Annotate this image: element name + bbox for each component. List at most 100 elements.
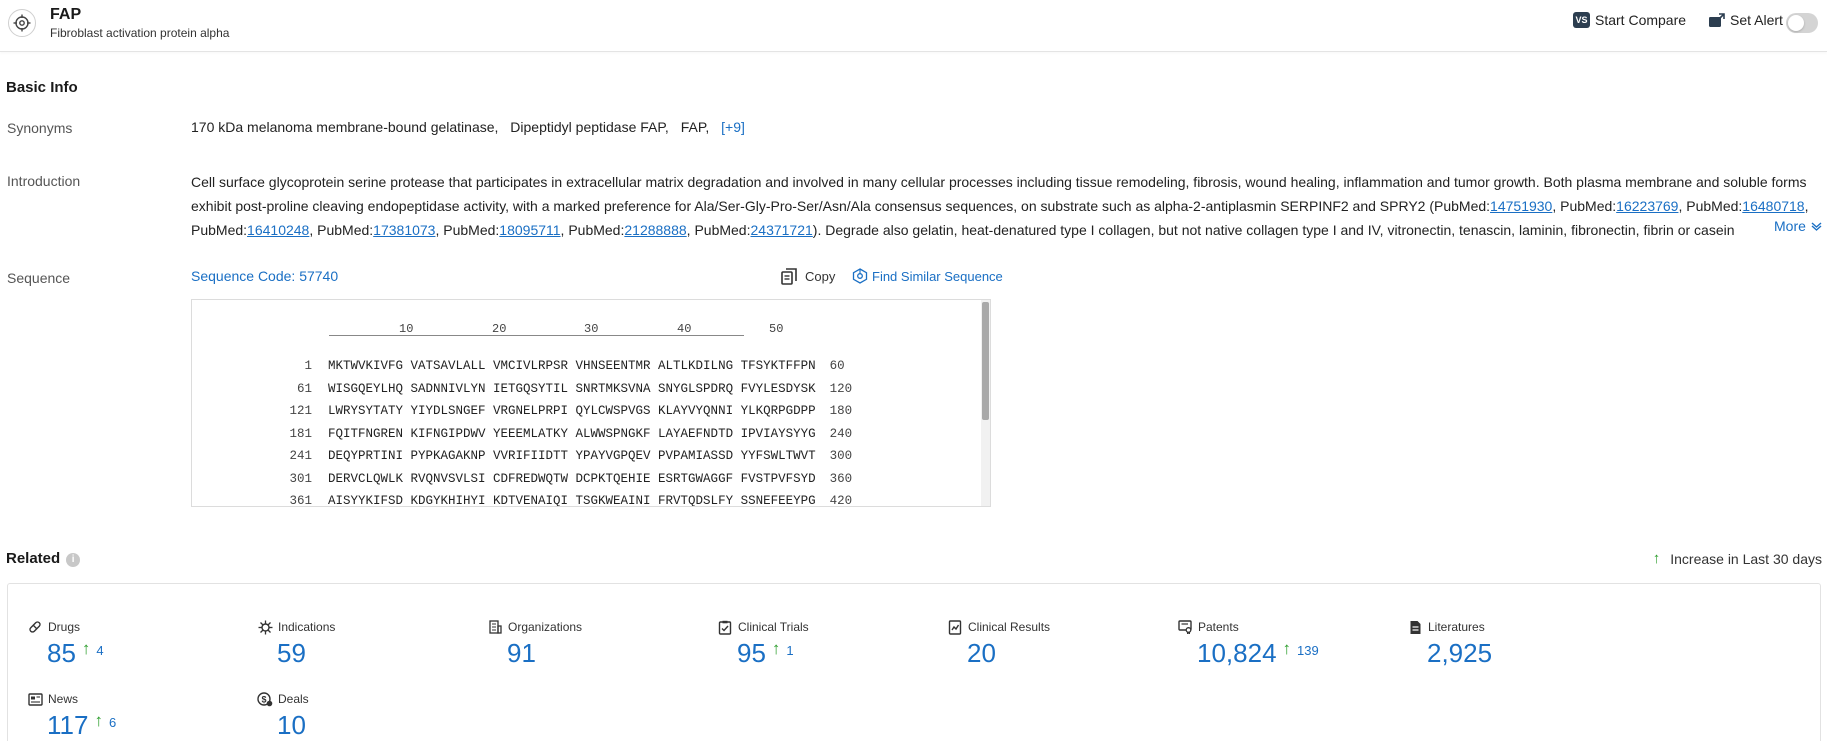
alert-icon xyxy=(1708,13,1725,28)
more-label: More xyxy=(1774,218,1806,234)
stat-header: News xyxy=(27,691,78,707)
set-alert-button[interactable]: Set Alert xyxy=(1708,12,1783,28)
ruler-tick: 50 xyxy=(769,322,783,336)
stat-clinical-results[interactable]: Clinical Results 20 xyxy=(947,619,1050,635)
info-icon[interactable]: i xyxy=(66,553,80,567)
pubmed-link[interactable]: 16410248 xyxy=(247,222,309,238)
sequence-scrollbar[interactable] xyxy=(981,300,990,506)
stat-indications[interactable]: Indications 59 xyxy=(257,619,335,635)
handshake-icon: $ xyxy=(257,691,273,707)
sequence-scrollbar-thumb[interactable] xyxy=(982,302,989,420)
set-alert-label: Set Alert xyxy=(1730,12,1783,28)
sequence-start-index: 181 xyxy=(192,427,312,441)
chevron-down-icon xyxy=(1811,222,1822,231)
stat-value-row: 95↑1 xyxy=(737,638,794,669)
start-compare-button[interactable]: VS Start Compare xyxy=(1573,12,1686,28)
stat-label: Indications xyxy=(278,620,335,634)
sequence-residues: WISGQEYLHQ SADNNIVLYN IETGQSYTIL SNRTMKS… xyxy=(328,382,816,396)
legend-label: Increase in Last 30 days xyxy=(1670,551,1822,567)
sequence-end-index: 360 xyxy=(830,472,853,486)
sequence-residues: DERVCLQWLK RVQNVSVLSI CDFREDWQTW DCPKTQE… xyxy=(328,472,816,486)
document-icon xyxy=(1407,619,1423,635)
find-similar-label: Find Similar Sequence xyxy=(872,269,1003,284)
stat-header: Organizations xyxy=(487,619,582,635)
copy-button[interactable]: Copy xyxy=(781,268,835,285)
stat-news[interactable]: News 117↑6 xyxy=(27,691,78,707)
sequence-row: 361AISYYKIFSD KDGYKHIHYI KDTVENAIQI TSGK… xyxy=(192,494,852,507)
stat-header: Patents xyxy=(1177,619,1239,635)
sequence-row: 181FQITFNGREN KIFNGIPDWV YEEEMLATKY ALWW… xyxy=(192,427,852,441)
sequence-row: 61 WISGQEYLHQ SADNNIVLYN IETGQSYTIL SNRTM… xyxy=(192,382,852,396)
stat-label: Clinical Results xyxy=(968,620,1050,634)
stat-value-row: 117↑6 xyxy=(47,710,116,741)
stat-value: 10 xyxy=(277,710,306,741)
sequence-end-index: 240 xyxy=(830,427,853,441)
stat-value-row: 2,925 xyxy=(1427,638,1492,669)
pubmed-link[interactable]: 18095711 xyxy=(499,222,560,238)
sequence-residues: AISYYKIFSD KDGYKHIHYI KDTVENAIQI TSGKWEA… xyxy=(328,494,816,507)
stat-header: $ Deals xyxy=(257,691,309,707)
stat-header: Indications xyxy=(257,619,335,635)
arrow-up-icon: ↑ xyxy=(1653,550,1661,567)
pubmed-link[interactable]: 17381073 xyxy=(373,222,435,238)
stat-literatures[interactable]: Literatures 2,925 xyxy=(1407,619,1485,635)
sequence-label: Sequence xyxy=(7,270,70,286)
page-subtitle: Fibroblast activation protein alpha xyxy=(50,26,229,40)
sequence-row: 1MKTWVKIVFG VATSAVLALL VMCIVLRPSR VHNSEE… xyxy=(192,359,845,373)
sequence-start-index: 61 xyxy=(192,382,312,396)
sequence-start-index: 301 xyxy=(192,472,312,486)
stat-increase-value: 1 xyxy=(786,643,793,658)
sequence-code-link[interactable]: Sequence Code: 57740 xyxy=(191,268,338,284)
pubmed-link[interactable]: 16480718 xyxy=(1742,198,1804,214)
stat-value-row: 20 xyxy=(967,638,996,669)
synonyms-more-link[interactable]: [+9] xyxy=(721,119,745,135)
stat-deals[interactable]: $ Deals 10 xyxy=(257,691,309,707)
pubmed-prefix: PubMed: xyxy=(568,222,624,238)
sequence-residues: LWRYSYTATY YIYDLSNGEF VRGNELPRPI QYLCWSP… xyxy=(328,404,816,418)
stat-value: 95 xyxy=(737,638,766,669)
introduction-text: Cell surface glycoprotein serine proteas… xyxy=(191,170,1821,242)
stat-header: Literatures xyxy=(1407,619,1485,635)
sequence-row: 301 DERVCLQWLK RVQNVSVLSI CDFREDWQTW DCPK… xyxy=(192,472,852,486)
intro-more-button[interactable]: More xyxy=(1768,218,1822,234)
sequence-ruler: 10 20 30 40 50 xyxy=(329,322,744,336)
alert-toggle[interactable] xyxy=(1786,13,1818,33)
stat-patents[interactable]: Patents 10,824↑139 xyxy=(1177,619,1239,635)
sequence-row: 121LWRYSYTATY YIYDLSNGEF VRGNELPRPI QYLC… xyxy=(192,404,852,418)
ruler-tick: 40 xyxy=(677,322,691,336)
stat-organizations[interactable]: Organizations 91 xyxy=(487,619,582,635)
stat-value-row: 85↑4 xyxy=(47,638,104,669)
find-similar-sequence-button[interactable]: Find Similar Sequence xyxy=(852,268,1003,284)
stat-label: Patents xyxy=(1198,620,1239,634)
sequence-end-index: 420 xyxy=(830,494,853,507)
stat-drugs[interactable]: Drugs 85↑4 xyxy=(27,619,80,635)
basic-info-title: Basic Info xyxy=(6,79,78,96)
sequence-end-index: 300 xyxy=(830,449,853,463)
page-title: FAP xyxy=(50,6,81,24)
stat-increase: ↑ 139 xyxy=(1283,642,1319,659)
pubmed-link[interactable]: 16223769 xyxy=(1616,198,1678,214)
stat-value: 20 xyxy=(967,638,996,669)
stat-increase-value: 139 xyxy=(1297,643,1319,658)
copy-icon xyxy=(781,268,797,285)
pubmed-link[interactable]: 14751930 xyxy=(1490,198,1552,214)
chart-doc-icon xyxy=(947,619,963,635)
synonym-item: Dipeptidyl peptidase FAP, xyxy=(510,119,669,135)
arrow-up-icon: ↑ xyxy=(1283,639,1292,659)
sequence-start-index: 241 xyxy=(192,449,312,463)
pubmed-prefix: PubMed: xyxy=(191,222,247,238)
stat-value: 85 xyxy=(47,638,76,669)
stat-value-row: 10,824↑139 xyxy=(1197,638,1319,669)
pubmed-link[interactable]: 21288888 xyxy=(624,222,686,238)
pubmed-link[interactable]: 24371721 xyxy=(751,222,813,238)
stat-value: 117 xyxy=(47,710,88,741)
stat-label: Deals xyxy=(278,692,309,706)
pubmed-prefix: PubMed: xyxy=(694,222,750,238)
ruler-tick: 20 xyxy=(492,322,506,336)
sequence-residues: DEQYPRTINI PYPKAGAKNP VVRIFIIDTT YPAYVGP… xyxy=(328,449,816,463)
sequence-end-index: 60 xyxy=(830,359,845,373)
sequence-viewer[interactable]: 10 20 30 40 50 1MKTWVKIVFG VATSAVLALL VM… xyxy=(191,299,991,507)
introduction-label: Introduction xyxy=(7,173,80,189)
stat-clinical-trials[interactable]: Clinical Trials 95↑1 xyxy=(717,619,809,635)
sequence-residues: MKTWVKIVFG VATSAVLALL VMCIVLRPSR VHNSEEN… xyxy=(328,359,816,373)
